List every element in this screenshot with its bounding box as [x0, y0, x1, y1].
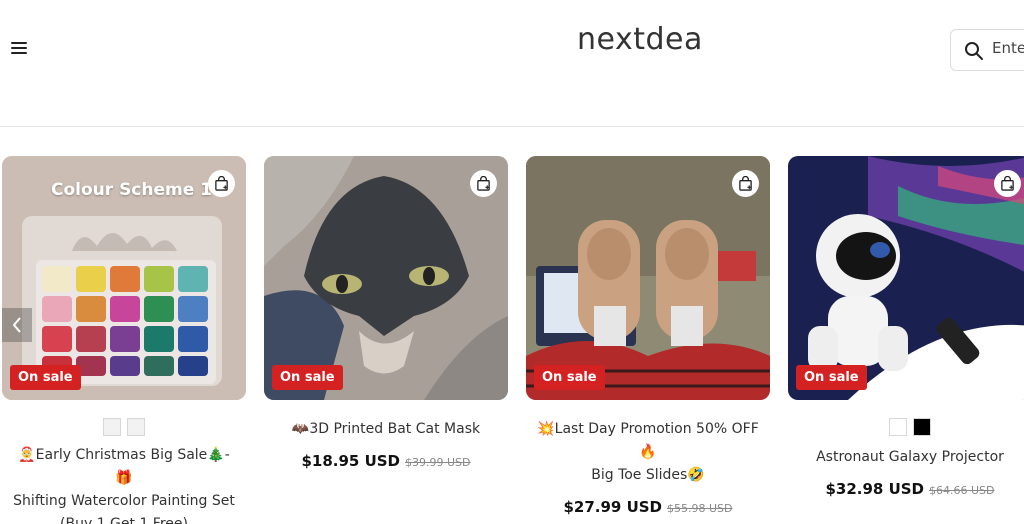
site-header: nextdea [0, 0, 1024, 127]
shopping-bag-icon [1001, 176, 1014, 191]
search-input[interactable] [992, 39, 1024, 57]
product-card[interactable]: On sale Astronaut Galaxy Projector $32.9… [788, 156, 1024, 498]
on-sale-badge: On sale [796, 365, 867, 390]
search-icon[interactable] [964, 41, 984, 61]
product-image[interactable]: On sale [788, 156, 1024, 400]
shopping-bag-icon [215, 176, 228, 191]
product-card[interactable]: Colour Scheme 1 On sale 🤶Early Christmas… [2, 156, 246, 524]
bat-cat-mask-photo [264, 156, 508, 400]
price-row: $32.98 USD $64.66 USD [788, 479, 1024, 498]
product-image[interactable]: On sale [526, 156, 770, 400]
shopping-bag-icon [739, 176, 752, 191]
on-sale-badge: On sale [272, 365, 343, 390]
variant-swatch-black[interactable] [913, 418, 931, 436]
product-title-line: (Buy 1 Get 1 Free) [60, 516, 188, 524]
product-card[interactable]: On sale 💥Last Day Promotion 50% OFF🔥 Big… [526, 156, 770, 516]
product-title-line: Astronaut Galaxy Projector [816, 449, 1004, 465]
menu-icon-bar [11, 52, 27, 54]
search-box[interactable] [950, 29, 1024, 71]
product-title[interactable]: 🦇3D Printed Bat Cat Mask [264, 418, 508, 441]
product-title-line: Shifting Watercolor Painting Set [13, 493, 235, 509]
variant-swatch-white[interactable] [889, 418, 907, 436]
quick-add-button[interactable] [470, 170, 497, 197]
image-caption: Colour Scheme 1 [51, 180, 213, 200]
price-row: $27.99 USD $55.98 USD [526, 497, 770, 516]
on-sale-badge: On sale [10, 365, 81, 390]
product-title[interactable]: 🤶Early Christmas Big Sale🎄- 🎁 Shifting W… [2, 444, 246, 524]
product-image[interactable]: Colour Scheme 1 On sale [2, 156, 246, 400]
product-title-line: Big Toe Slides🤣 [591, 467, 705, 483]
product-title[interactable]: Astronaut Galaxy Projector [788, 446, 1024, 469]
product-image[interactable]: On sale [264, 156, 508, 400]
variant-swatches [2, 418, 246, 436]
galaxy-projector-photo [788, 156, 1024, 400]
product-card[interactable]: On sale 🦇3D Printed Bat Cat Mask $18.95 … [264, 156, 508, 470]
quick-add-button[interactable] [208, 170, 235, 197]
compare-at-price: $39.99 USD [405, 456, 471, 469]
quick-add-button[interactable] [994, 170, 1021, 197]
product-title-line: 🦇3D Printed Bat Cat Mask [291, 421, 481, 437]
variant-swatch[interactable] [103, 418, 121, 436]
variant-swatches [788, 418, 1024, 436]
site-logo[interactable]: nextdea [577, 22, 703, 57]
price-row: $18.95 USD $39.99 USD [264, 451, 508, 470]
toe-slides-photo [526, 156, 770, 400]
menu-icon-bar [11, 42, 27, 44]
sale-price: $32.98 USD [825, 480, 925, 498]
quick-add-button[interactable] [732, 170, 759, 197]
sale-price: $27.99 USD [563, 498, 663, 516]
on-sale-badge: On sale [534, 365, 605, 390]
sale-price: $18.95 USD [301, 452, 401, 470]
product-title-line: 🤶Early Christmas Big Sale🎄- 🎁 [18, 447, 230, 486]
product-title-line: 💥Last Day Promotion 50% OFF🔥 [537, 421, 759, 460]
menu-button[interactable] [11, 42, 27, 58]
compare-at-price: $64.66 USD [929, 484, 995, 497]
carousel-prev-button[interactable] [2, 308, 32, 342]
variant-swatch[interactable] [127, 418, 145, 436]
menu-icon-bar [11, 47, 27, 49]
chevron-left-icon [12, 317, 21, 333]
shopping-bag-icon [477, 176, 490, 191]
compare-at-price: $55.98 USD [667, 502, 733, 515]
product-title[interactable]: 💥Last Day Promotion 50% OFF🔥 Big Toe Sli… [526, 418, 770, 487]
